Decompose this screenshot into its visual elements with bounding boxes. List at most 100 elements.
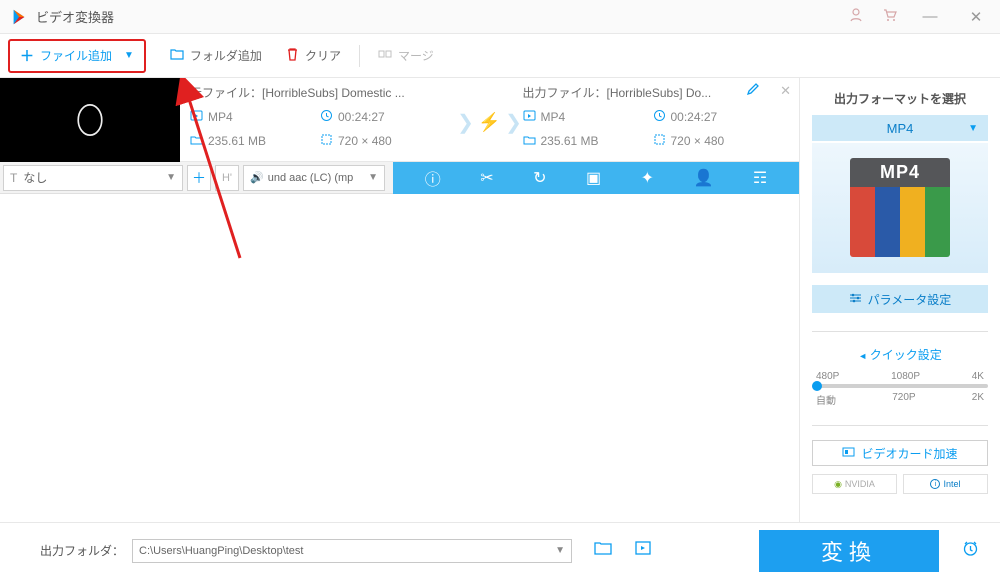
nvidia-label: NVIDIA <box>845 479 875 489</box>
app-logo-icon <box>10 8 28 26</box>
right-panel: 出力フォーマットを選択 MP4 ▼ MP4 パラメータ設定 クイック設定 480… <box>800 78 1000 522</box>
subtitle-select[interactable]: T なし ▼ <box>3 165 183 191</box>
src-resolution: 720 × 480 <box>338 134 392 148</box>
quality-label: 1080P <box>891 371 920 382</box>
text-icon: T <box>10 171 17 185</box>
output-list-icon[interactable] <box>634 540 652 561</box>
convert-button[interactable]: 変換 <box>759 530 939 572</box>
schedule-icon[interactable] <box>961 539 980 563</box>
gpu-logos: ◉NVIDIA iIntel <box>812 474 988 494</box>
subtitle-edit-icon[interactable]: ☶ <box>753 168 767 188</box>
clear-button[interactable]: クリア <box>286 47 341 64</box>
nvidia-logo: ◉NVIDIA <box>812 474 897 494</box>
quality-label: 自動 <box>816 392 836 407</box>
format-preview[interactable]: MP4 <box>812 143 988 273</box>
open-folder-icon[interactable] <box>594 540 612 561</box>
intel-label: Intel <box>943 479 960 489</box>
info-icon[interactable]: ⓘ <box>425 166 441 190</box>
resolution-icon <box>320 133 333 149</box>
minimize-button[interactable]: — <box>916 8 944 25</box>
title-bar: ビデオ変換器 — ✕ <box>0 0 1000 34</box>
remove-file-icon[interactable]: ✕ <box>780 83 791 99</box>
dst-duration: 00:24:27 <box>671 110 718 124</box>
parameter-settings-button[interactable]: パラメータ設定 <box>812 285 988 313</box>
add-folder-button[interactable]: フォルダ追加 <box>170 47 262 64</box>
trash-icon <box>286 47 299 64</box>
merge-label: マージ <box>398 47 434 64</box>
options-row: T なし ▼ ＋ H' 🔊 und aac (LC) (mp ▼ ⓘ ✂ ↻ ▣… <box>0 162 799 194</box>
format-icon <box>523 109 536 125</box>
chevron-down-icon: ▼ <box>166 172 176 183</box>
output-folder-label: 出力フォルダ： <box>40 542 124 559</box>
clock-icon <box>653 109 666 125</box>
close-button[interactable]: ✕ <box>962 8 990 26</box>
chevron-down-icon: ▼ <box>124 50 134 61</box>
effect-icon[interactable]: ✦ <box>641 168 654 188</box>
source-info: 元ファイル：[HorribleSubs] Domestic ... MP4 00… <box>190 84 457 161</box>
chevron-down-icon: ▼ <box>555 545 565 556</box>
edit-pen-icon[interactable] <box>746 82 760 99</box>
quality-label: 720P <box>892 392 915 407</box>
format-value: MP4 <box>887 121 914 136</box>
gpu-accel-button[interactable]: ビデオカード加速 <box>812 440 988 466</box>
subtitle-value: なし <box>23 169 47 186</box>
format-icon <box>190 109 203 125</box>
output-format-title: 出力フォーマットを選択 <box>812 90 988 107</box>
intel-logo: iIntel <box>903 474 988 494</box>
quality-label: 480P <box>816 371 839 382</box>
hard-subtitle-button[interactable]: H' <box>215 165 239 191</box>
dst-size: 235.61 MB <box>541 134 599 148</box>
chevron-separator: ❯ <box>457 84 475 161</box>
src-format: MP4 <box>208 110 233 124</box>
quality-slider[interactable] <box>812 384 988 388</box>
add-file-button[interactable]: ＋ ファイル追加 ▼ <box>8 39 146 73</box>
separator <box>812 425 988 426</box>
output-path-select[interactable]: C:\Users\HuangPing\Desktop\test ▼ <box>132 539 572 563</box>
format-badge: MP4 <box>850 158 950 187</box>
clear-label: クリア <box>305 47 341 64</box>
rotate-icon[interactable]: ↻ <box>533 168 546 188</box>
audio-value: und aac (LC) (mp <box>268 172 354 184</box>
plus-icon: ＋ <box>20 46 34 66</box>
separator <box>812 331 988 332</box>
add-folder-label: フォルダ追加 <box>190 47 262 64</box>
edit-toolbar: ⓘ ✂ ↻ ▣ ✦ 👤 ☶ <box>393 162 799 194</box>
bolt-icon: ⚡ <box>478 112 500 133</box>
src-duration: 00:24:27 <box>338 110 385 124</box>
sliders-icon <box>849 292 862 307</box>
trim-icon[interactable]: ✂ <box>480 168 493 188</box>
clock-icon <box>320 109 333 125</box>
account-icon[interactable] <box>848 7 864 26</box>
chevron-down-icon: ▼ <box>968 123 978 134</box>
main-toolbar: ＋ ファイル追加 ▼ フォルダ追加 クリア マージ <box>0 34 1000 78</box>
param-label: パラメータ設定 <box>868 291 952 308</box>
audio-icon: 🔊 <box>250 171 264 184</box>
gpu-label: ビデオカード加速 <box>861 445 957 462</box>
watermark-icon[interactable]: 👤 <box>693 168 713 188</box>
convert-label: 変換 <box>821 535 877 567</box>
file-row[interactable]: ✕ 元ファイル：[HorribleSubs] Domestic ... MP4 … <box>0 78 799 162</box>
quality-label: 4K <box>972 371 984 382</box>
thumbnail[interactable] <box>0 78 180 162</box>
add-subtitle-button[interactable]: ＋ <box>187 165 211 191</box>
src-size: 235.61 MB <box>208 134 266 148</box>
dst-resolution: 720 × 480 <box>671 134 725 148</box>
bottom-bar: 出力フォルダ： C:\Users\HuangPing\Desktop\test … <box>0 522 1000 578</box>
dst-format: MP4 <box>541 110 566 124</box>
size-icon <box>190 133 203 149</box>
cart-icon[interactable] <box>882 7 898 26</box>
source-filename: 元ファイル：[HorribleSubs] Domestic ... <box>190 84 457 101</box>
format-dropdown[interactable]: MP4 ▼ <box>812 115 988 141</box>
app-title: ビデオ変換器 <box>36 7 848 26</box>
merge-icon <box>378 47 392 64</box>
merge-button[interactable]: マージ <box>378 47 434 64</box>
add-file-label: ファイル追加 <box>40 47 112 64</box>
crop-icon[interactable]: ▣ <box>586 168 601 188</box>
chevron-separator: ❯ <box>505 84 523 161</box>
size-icon <box>523 133 536 149</box>
gpu-icon <box>842 446 855 461</box>
audio-select[interactable]: 🔊 und aac (LC) (mp ▼ <box>243 165 385 191</box>
quality-labels-bottom: 自動 720P 2K <box>812 392 988 407</box>
quality-label: 2K <box>972 392 984 407</box>
quick-settings-title: クイック設定 <box>812 346 988 363</box>
